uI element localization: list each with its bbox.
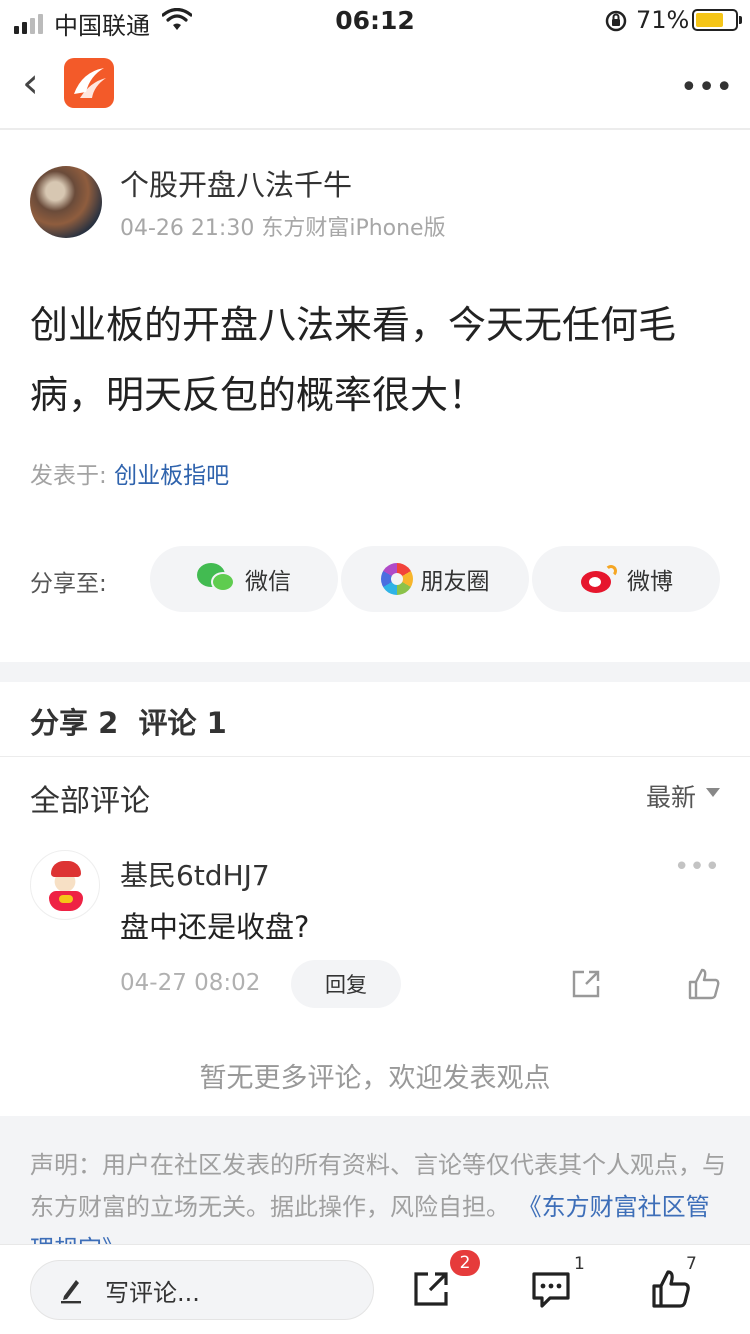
orientation-lock-icon (605, 10, 627, 32)
status-bar: 中国联通 06:12 71% (0, 0, 750, 40)
post-content: 创业板的开盘八法来看，今天无任何毛病，明天反包的概率很大！ (30, 303, 677, 417)
divider (0, 128, 750, 130)
post-meta: 04-26 21:30 东方财富iPhone版 (120, 210, 446, 242)
comment-text: 盘中还是收盘? (120, 910, 310, 944)
share-count-badge: 2 (450, 1250, 480, 1276)
share-icon[interactable] (568, 966, 604, 1002)
pencil-icon (61, 1280, 81, 1304)
share-label: 分享至: (30, 571, 107, 597)
battery-icon (692, 9, 738, 31)
comment-icon[interactable] (530, 1268, 572, 1310)
comment-count: 1 (206, 706, 227, 740)
reply-button[interactable]: 回复 (291, 960, 401, 1008)
sort-dropdown[interactable]: 最新 (646, 778, 696, 814)
post-forum: 发表于: 创业板指吧 (30, 456, 229, 490)
battery-cap (739, 16, 742, 24)
thumbs-up-icon[interactable] (686, 966, 722, 1002)
share-moments-label: 朋友圈 (420, 569, 490, 595)
write-comment-placeholder: 写评论... (105, 1278, 200, 1307)
share-moments-button[interactable]: 朋友圈 (341, 546, 529, 612)
share-weibo-label: 微博 (627, 569, 673, 595)
author-name[interactable]: 个股开盘八法千牛 (120, 162, 352, 204)
caret-down-icon[interactable] (706, 788, 720, 797)
chevron-left-icon[interactable]: ‹ (22, 62, 39, 104)
author-avatar[interactable] (30, 166, 102, 238)
more-dots-icon[interactable]: ••• (680, 70, 733, 105)
write-comment-input[interactable]: 写评论... (30, 1260, 374, 1320)
commenter-name[interactable]: 基民6tdHJ7 (120, 854, 270, 894)
comment-more-icon[interactable]: ••• (674, 852, 720, 882)
section-separator (0, 662, 750, 682)
share-wechat-button[interactable]: 微信 (150, 546, 338, 612)
forum-label: 发表于: (30, 463, 115, 489)
all-comments-title: 全部评论 (30, 784, 150, 819)
share-count: 2 (98, 706, 119, 740)
share-wechat-label: 微信 (245, 569, 291, 595)
comment-count-label: 评论 (138, 706, 197, 740)
moments-icon (380, 563, 413, 595)
commenter-avatar[interactable] (30, 850, 100, 920)
share-weibo-button[interactable]: 微博 (532, 546, 720, 612)
like-count-badge: 7 (686, 1254, 697, 1274)
divider (0, 756, 750, 757)
thumbs-up-icon[interactable] (650, 1268, 692, 1310)
share-count-label: 分享 (30, 706, 89, 740)
forum-link[interactable]: 创业板指吧 (114, 463, 229, 489)
share-icon[interactable] (410, 1268, 452, 1310)
post-source: 东方财富iPhone版 (261, 216, 446, 241)
comment-time: 04-27 08:02 (120, 970, 261, 996)
battery-percent: 71% (636, 6, 690, 34)
post-time: 04-26 21:30 (120, 216, 255, 241)
comment-count-badge: 1 (574, 1254, 585, 1274)
weibo-icon (579, 563, 619, 595)
wechat-icon (197, 563, 237, 595)
stats-counts: 分享 2 评论 1 (30, 700, 227, 742)
eastmoney-logo-icon (64, 58, 114, 108)
battery-level-fill (696, 13, 723, 27)
no-more-comments: 暂无更多评论，欢迎发表观点 (199, 1063, 551, 1094)
